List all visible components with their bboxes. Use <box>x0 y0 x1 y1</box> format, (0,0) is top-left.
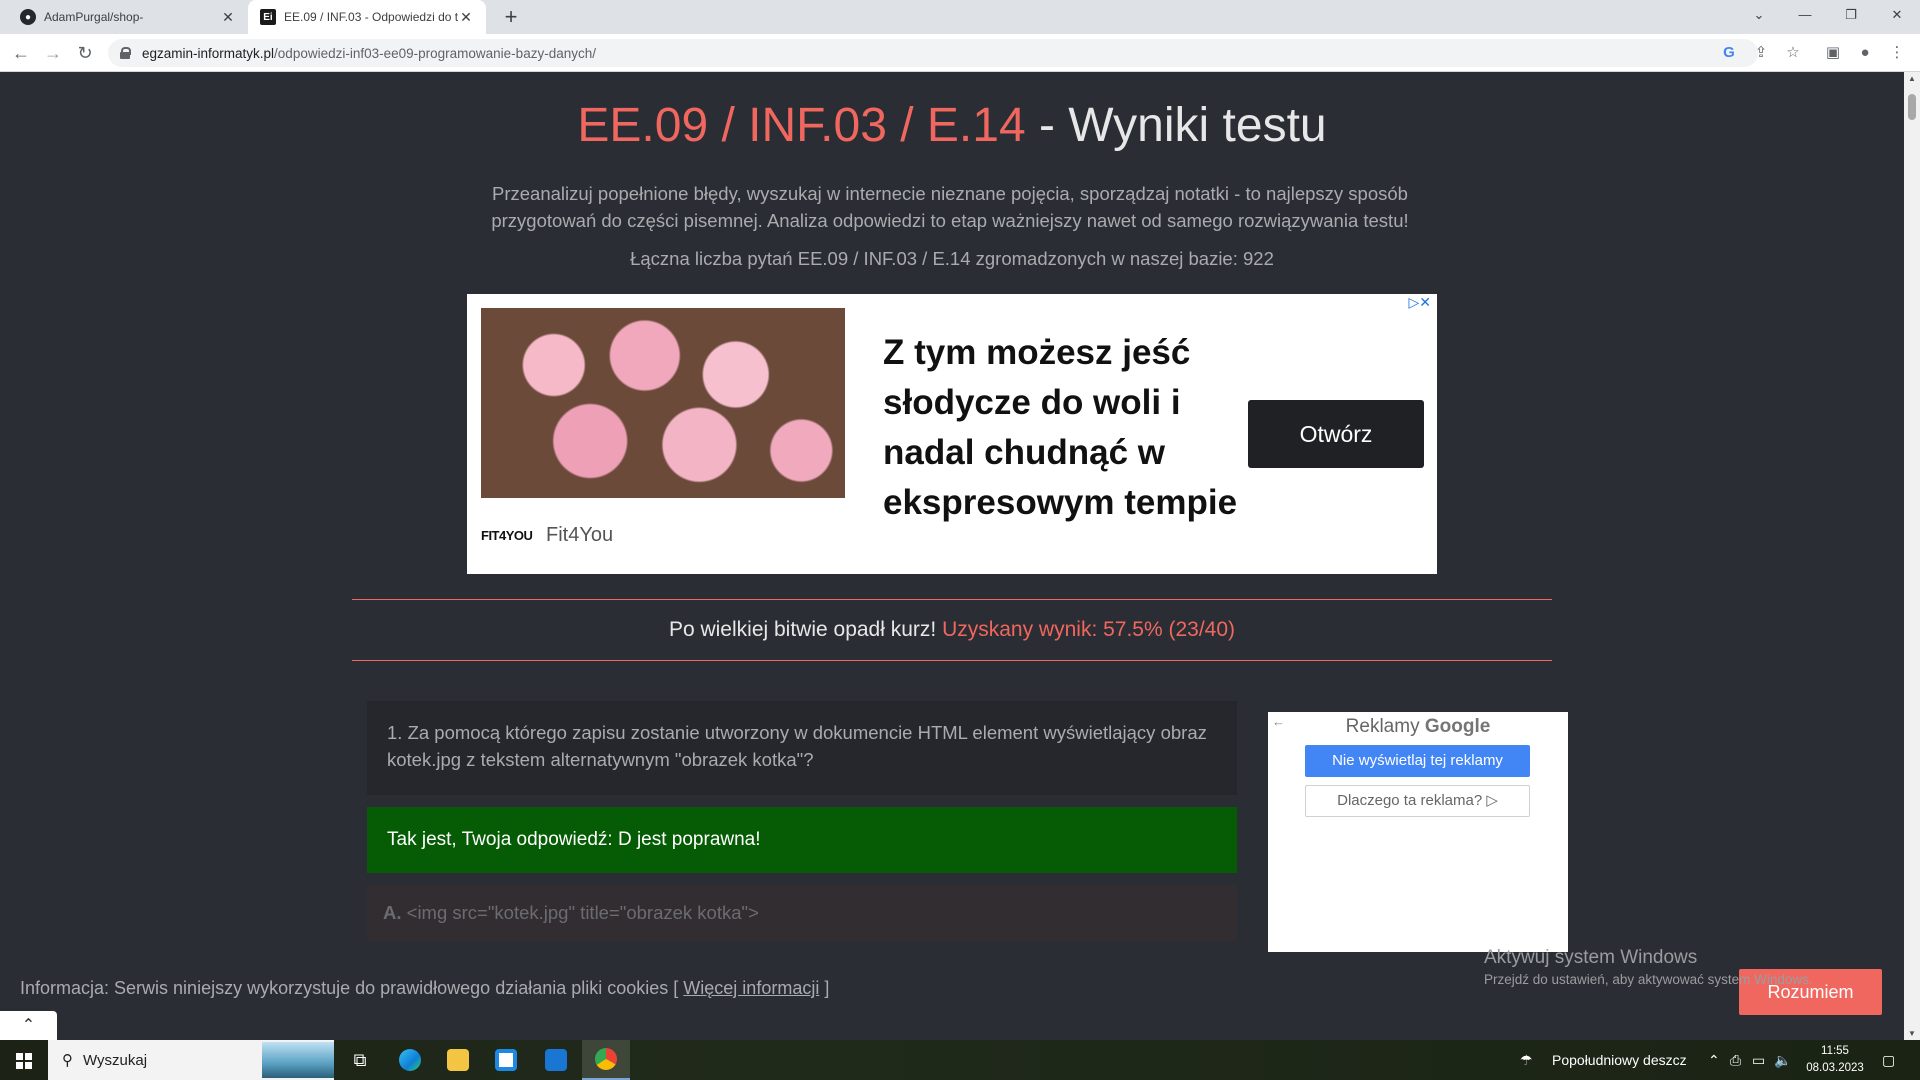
ad-brand-logo: FIT4YOU <box>481 528 533 543</box>
result-banner: Po wielkiej bitwie opadł kurz! Uzyskany … <box>352 599 1552 661</box>
github-icon: ● <box>20 9 36 25</box>
answer-option-a: A. <img src="kotek.jpg" title="obrazek k… <box>367 885 1237 941</box>
scroll-top-button[interactable]: ⌃ <box>0 1011 57 1040</box>
google-translate-icon[interactable]: G <box>1716 40 1742 66</box>
taskbar-search-placeholder: Wyszukaj <box>83 1051 148 1069</box>
question-count: Łączna liczba pytań EE.09 / INF.03 / E.1… <box>630 248 1274 269</box>
taskbar-search[interactable]: ⚲ Wyszukaj <box>48 1040 334 1080</box>
question-text: 1. Za pomocą którego zapisu zostanie utw… <box>367 701 1237 795</box>
url-host: egzamin-informatyk.pl <box>142 45 275 61</box>
cookie-message: Informacja: Serwis niniejszy wykorzystuj… <box>20 978 684 998</box>
minimize-icon[interactable]: — <box>1782 0 1828 30</box>
search-highlight-image <box>262 1042 334 1078</box>
result-text: Po wielkiej bitwie opadł kurz! <box>668 618 943 641</box>
forward-icon[interactable]: → <box>40 40 66 66</box>
browser-toolbar: ← → ↻ egzamin-informatyk.pl/odpowiedzi-i… <box>0 34 1920 72</box>
windows-activation-watermark: Aktywuj system Windows Przejdź do ustawi… <box>1484 947 1813 987</box>
close-tab-icon[interactable]: ✕ <box>220 9 236 26</box>
ad-open-button[interactable]: Otwórz <box>1248 400 1424 468</box>
clock-time: 11:55 <box>1821 1045 1849 1057</box>
tab-github[interactable]: ● AdamPurgal/shop- ✕ <box>8 0 248 34</box>
back-icon[interactable]: ← <box>8 40 34 66</box>
windows-taskbar: ⚲ Wyszukaj ⧉ ☂ Popołudniowy deszcz ⌃ ⎙ ▭… <box>0 1040 1920 1080</box>
tab-strip: ● AdamPurgal/shop- ✕ Ei EE.09 / INF.03 -… <box>0 0 1920 34</box>
windows-logo-icon <box>16 1053 32 1069</box>
stop-ad-button[interactable]: Nie wyświetlaj tej reklamy <box>1305 745 1530 777</box>
reload-icon[interactable]: ↻ <box>72 40 98 66</box>
google-ads-title: Reklamy Google <box>1268 716 1568 738</box>
activation-title: Aktywuj system Windows <box>1484 947 1698 968</box>
tab-egzamin[interactable]: Ei EE.09 / INF.03 - Odpowiedzi do t ✕ <box>248 0 486 34</box>
start-button[interactable] <box>0 1040 48 1080</box>
page-viewport: EE.09 / INF.03 / E.14 - Wyniki testu Prz… <box>0 72 1904 1040</box>
scrollbar-thumb[interactable] <box>1908 94 1916 120</box>
new-tab-icon[interactable]: + <box>498 4 524 30</box>
cookie-more-link[interactable]: Więcej informacji <box>683 978 819 998</box>
tab-title: AdamPurgal/shop- <box>44 10 144 24</box>
close-window-icon[interactable]: ✕ <box>1874 0 1920 30</box>
page-title: EE.09 / INF.03 / E.14 - Wyniki testu <box>0 98 1904 153</box>
result-score: Uzyskany wynik: 57.5% (23/40) <box>942 618 1236 641</box>
chrome-icon[interactable] <box>582 1040 630 1080</box>
option-text: <img src="kotek.jpg" title="obrazek kotk… <box>401 902 759 923</box>
intro-text: Przeanalizuj popełnione błędy, wyszukaj … <box>491 183 1409 231</box>
restore-icon[interactable]: ❐ <box>1828 0 1874 30</box>
weather-text[interactable]: Popołudniowy deszcz <box>1552 1040 1687 1080</box>
ad-image[interactable] <box>481 308 845 498</box>
clock-date: 08.03.2023 <box>1806 1062 1864 1074</box>
menu-kebab-icon[interactable]: ⋮ <box>1884 40 1910 66</box>
tray-chevron-icon[interactable]: ⌃ <box>1708 1040 1720 1080</box>
notifications-icon[interactable]: ▢ <box>1882 1040 1895 1080</box>
title-rest: - Wyniki testu <box>1025 99 1327 152</box>
taskbar-clock[interactable]: 11:55 08.03.2023 <box>1795 1043 1875 1077</box>
url-path: /odpowiedzi-inf03-ee09-programowanie-baz… <box>274 45 596 61</box>
network-icon[interactable]: ▭ <box>1752 1040 1765 1080</box>
why-ad-button[interactable]: Dlaczego ta reklama? ▷ <box>1305 785 1530 817</box>
lock-icon <box>120 47 131 59</box>
volume-icon[interactable]: 🔈 <box>1774 1040 1791 1080</box>
activation-subtitle: Przejdź do ustawień, aby aktywować syste… <box>1484 972 1813 987</box>
banner-ad[interactable]: FIT4YOU Fit4You Z tym możesz jeść słodyc… <box>467 294 1437 574</box>
search-icon: ⚲ <box>62 1052 73 1069</box>
ad-headline[interactable]: Z tym możesz jeść słodycze do woli i nad… <box>883 328 1253 528</box>
google-ads-prefix: Reklamy <box>1345 716 1425 737</box>
task-view-icon[interactable]: ⧉ <box>336 1040 384 1080</box>
scroll-down-icon[interactable]: ▼ <box>1904 1029 1920 1038</box>
side-panel-icon[interactable]: ▣ <box>1820 40 1846 66</box>
meet-icon[interactable]: ⎙ <box>1730 1040 1741 1080</box>
scroll-up-icon[interactable]: ▲ <box>1904 74 1920 83</box>
address-bar[interactable]: egzamin-informatyk.pl/odpowiedzi-inf03-e… <box>108 39 1758 67</box>
option-letter: A. <box>383 902 402 923</box>
title-accent: EE.09 / INF.03 / E.14 <box>577 99 1026 152</box>
answer-feedback: Tak jest, Twoja odpowiedź: D jest popraw… <box>367 807 1237 873</box>
mail-icon[interactable] <box>532 1040 580 1080</box>
share-icon[interactable]: ⇪ <box>1748 40 1774 66</box>
ad-choices-icon[interactable]: ▷✕ <box>1409 294 1432 311</box>
ad-brand[interactable]: Fit4You <box>546 524 613 547</box>
weather-icon[interactable]: ☂ <box>1520 1040 1533 1080</box>
vertical-scrollbar[interactable]: ▲ ▼ <box>1904 72 1920 1040</box>
cookie-text: Informacja: Serwis niniejszy wykorzystuj… <box>20 978 829 999</box>
file-explorer-icon[interactable] <box>434 1040 482 1080</box>
google-ads-panel: ← Reklamy Google Nie wyświetlaj tej rekl… <box>1268 712 1568 952</box>
profile-icon[interactable]: ● <box>1852 40 1878 66</box>
store-icon[interactable] <box>482 1040 530 1080</box>
bookmark-star-icon[interactable]: ☆ <box>1780 40 1806 66</box>
tab-title: EE.09 / INF.03 - Odpowiedzi do t <box>284 10 458 24</box>
cookie-bracket: ] <box>819 978 830 998</box>
close-tab-icon[interactable]: ✕ <box>458 9 474 26</box>
tab-search-icon[interactable]: ⌄ <box>1736 0 1782 30</box>
google-ads-brand: Google <box>1424 716 1491 737</box>
edge-icon[interactable] <box>386 1040 434 1080</box>
site-favicon-icon: Ei <box>260 9 276 25</box>
